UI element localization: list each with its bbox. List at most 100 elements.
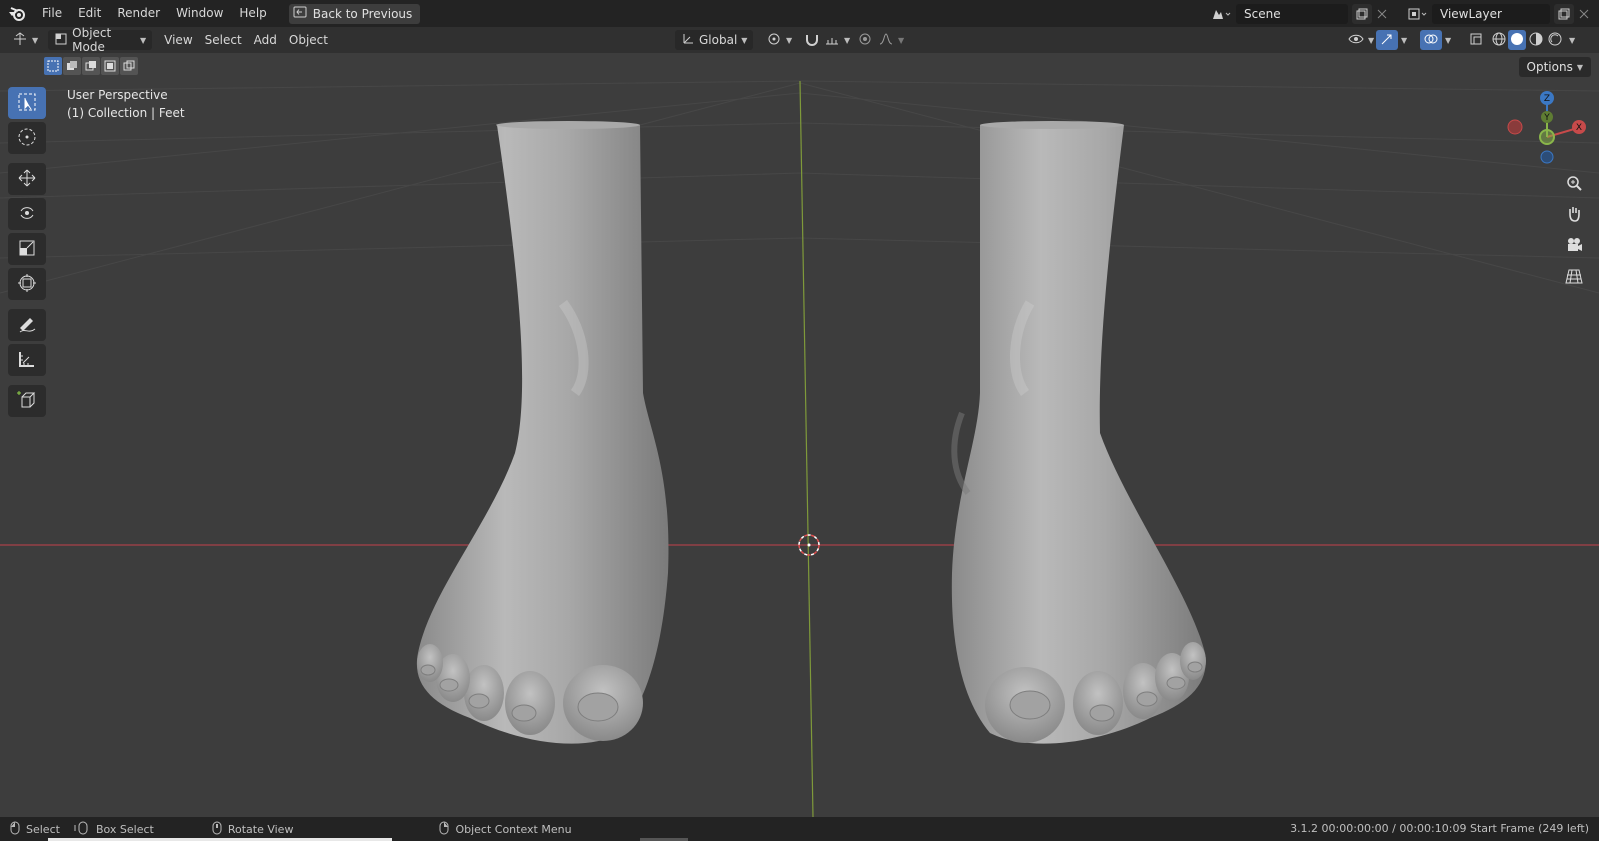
select-subtract-icon[interactable] [82, 57, 100, 75]
view-layer-browse-icon[interactable] [1404, 4, 1432, 24]
tool-rotate[interactable] [8, 198, 46, 230]
transform-icon [17, 273, 37, 296]
chevron-down-icon: ▼ [1569, 35, 1576, 45]
delete-scene-icon[interactable] [1372, 4, 1392, 24]
navigation-gizmo[interactable]: Y Z X [1499, 87, 1589, 167]
menu-add[interactable]: Add [248, 30, 283, 50]
mouse-right-icon [439, 821, 449, 838]
visibility-dropdown[interactable]: ▼ [1342, 30, 1380, 50]
zoom-icon [1565, 174, 1583, 195]
rendered-sphere-icon [1548, 32, 1562, 49]
pan-button[interactable] [1561, 202, 1587, 228]
menu-view[interactable]: View [158, 30, 198, 50]
selection-mode-buttons [44, 57, 138, 75]
left-foot-mesh[interactable] [416, 121, 669, 744]
tool-move[interactable] [8, 163, 46, 195]
top-bar: File Edit Render Window Help Back to Pre… [0, 0, 1599, 27]
pivot-point-button[interactable]: ▼ [760, 30, 798, 50]
scene-browse-icon[interactable] [1206, 4, 1236, 24]
new-view-layer-icon[interactable] [1554, 3, 1574, 24]
gizmo-toggle[interactable] [1376, 30, 1398, 50]
gizmo-dropdown[interactable]: ▼ [1398, 30, 1410, 50]
menu-window[interactable]: Window [168, 0, 231, 27]
shading-solid-button[interactable] [1508, 30, 1526, 50]
move-icon [17, 168, 37, 191]
delete-view-layer-icon[interactable] [1574, 4, 1594, 24]
mouse-drag-icon [74, 821, 90, 838]
status-rotate-view: Rotate View [212, 821, 293, 838]
falloff-dropdown[interactable]: ▼ [872, 30, 910, 50]
menu-edit[interactable]: Edit [70, 0, 109, 27]
chevron-down-icon: ▼ [898, 35, 905, 45]
chevron-down-icon: ▼ [32, 35, 39, 45]
zoom-button[interactable] [1561, 171, 1587, 197]
blender-logo-icon[interactable] [0, 0, 34, 27]
status-context-menu: Object Context Menu [439, 821, 572, 838]
menu-file[interactable]: File [34, 0, 70, 27]
tool-scale[interactable] [8, 233, 46, 265]
shading-material-button[interactable] [1527, 30, 1545, 50]
tool-transform[interactable] [8, 268, 46, 300]
ruler-icon [17, 349, 37, 372]
scene-name-field[interactable]: Scene [1236, 3, 1348, 24]
shading-rendered-button[interactable] [1546, 30, 1564, 50]
status-info: 3.1.2 00:00:00:00 / 00:00:10:09 Start Fr… [1290, 822, 1589, 835]
view-layer-name-field[interactable]: ViewLayer [1432, 3, 1550, 24]
new-scene-icon[interactable] [1352, 3, 1372, 24]
shading-dropdown[interactable]: ▼ [1566, 30, 1578, 50]
gizmo-y-label: Y [1543, 113, 1550, 123]
back-icon [293, 6, 307, 21]
mouse-middle-icon [212, 821, 222, 838]
chevron-down-icon: ▼ [786, 35, 793, 45]
select-extend-icon[interactable] [63, 57, 81, 75]
chevron-down-icon: ▼ [1401, 35, 1408, 45]
chevron-down-icon: ▼ [1576, 62, 1583, 72]
pencil-icon [17, 314, 37, 337]
eye-icon [1348, 32, 1364, 49]
camera-view-button[interactable] [1561, 233, 1587, 259]
menu-object[interactable]: Object [283, 30, 334, 50]
chevron-down-icon: ▼ [844, 35, 851, 45]
rotate-icon [17, 203, 37, 226]
select-invert-icon[interactable] [101, 57, 119, 75]
editor-type-button[interactable]: ▼ [6, 30, 44, 50]
tool-shelf [8, 87, 48, 420]
chevron-down-icon: ▼ [741, 35, 748, 45]
tool-select-box[interactable] [8, 87, 46, 119]
back-to-previous-label: Back to Previous [312, 6, 413, 21]
ortho-toggle-button[interactable] [1561, 264, 1587, 290]
3d-viewport[interactable]: Options ▼ User Perspective (1) Collectio… [0, 53, 1599, 817]
select-intersect-icon[interactable] [120, 57, 138, 75]
hand-icon [1565, 205, 1583, 226]
view-layer-selector: ViewLayer [1404, 3, 1594, 24]
shading-wireframe-button[interactable] [1490, 30, 1508, 50]
select-new-icon[interactable] [44, 57, 62, 75]
options-dropdown[interactable]: Options ▼ [1518, 57, 1591, 77]
menu-help[interactable]: Help [231, 0, 274, 27]
right-foot-mesh[interactable] [951, 121, 1206, 744]
solid-sphere-icon [1510, 32, 1524, 49]
transform-orientation-dropdown[interactable]: Global ▼ [675, 30, 753, 50]
menu-render[interactable]: Render [109, 0, 168, 27]
menu-select[interactable]: Select [199, 30, 248, 50]
proportional-editing-icon [858, 32, 872, 49]
snap-increment-icon [824, 32, 840, 49]
material-sphere-icon [1529, 32, 1543, 49]
tool-add-cube[interactable] [8, 385, 46, 417]
tool-measure[interactable] [8, 344, 46, 376]
overlays-dropdown[interactable]: ▼ [1442, 30, 1454, 50]
tool-cursor[interactable] [8, 122, 46, 154]
tool-annotate[interactable] [8, 309, 46, 341]
navigation-buttons [1561, 171, 1587, 295]
snap-target-dropdown[interactable]: ▼ [818, 30, 856, 50]
viewport-info: User Perspective (1) Collection | Feet [67, 86, 185, 122]
object-mode-dropdown[interactable]: Object Mode ▼ [48, 26, 153, 54]
xray-toggle[interactable] [1466, 30, 1486, 50]
viewport-grid [0, 80, 1599, 817]
chevron-down-icon: ▼ [1445, 35, 1452, 45]
status-box-select: Box Select [74, 821, 154, 838]
back-to-previous-button[interactable]: Back to Previous [288, 3, 421, 24]
grid-icon [1565, 267, 1583, 288]
gizmo-z-label: Z [1544, 94, 1550, 104]
overlays-toggle[interactable] [1420, 30, 1442, 50]
